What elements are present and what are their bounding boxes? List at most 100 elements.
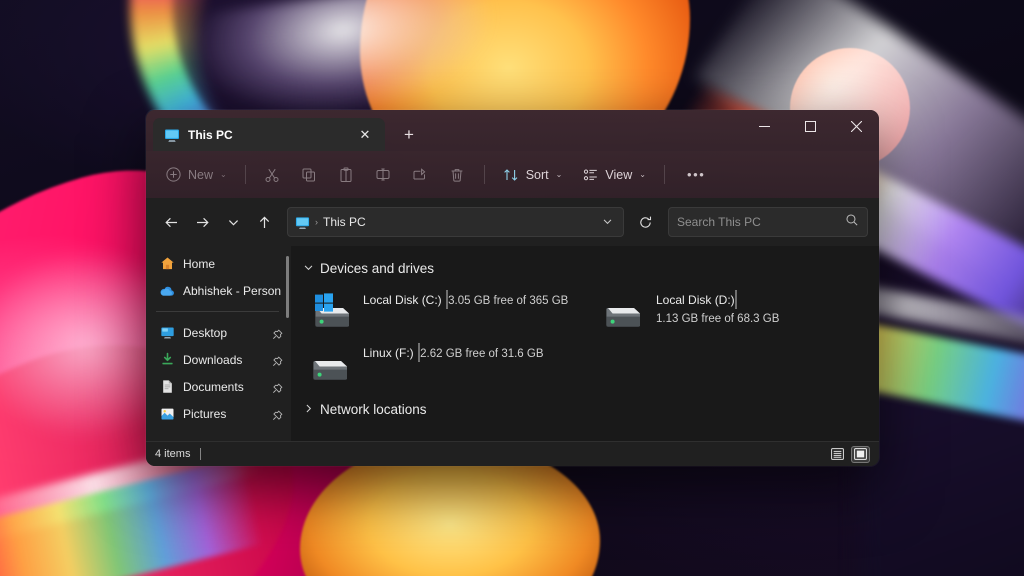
address-bar-row: › This PC Search This PC [146,198,879,246]
new-button[interactable]: New ⌄ [156,159,236,191]
status-divider [200,448,201,460]
sidebar-label-home: Home [183,257,283,271]
maximize-button[interactable] [787,110,833,142]
home-icon [159,256,175,272]
tab-strip: This PC ✕ + [146,110,424,151]
delete-button[interactable] [440,159,475,191]
drive-item-f[interactable]: Linux (F:) 2.62 GB free of 31.6 GB [305,338,574,388]
up-button[interactable] [250,208,279,237]
sidebar-label-documents: Documents [183,380,264,394]
breadcrumb-text[interactable]: This PC [323,215,366,229]
chevron-down-icon-view: ⌄ [639,170,646,179]
downloads-icon [159,352,175,368]
address-dropdown-chevron-icon[interactable] [598,216,617,229]
view-button[interactable]: View ⌄ [573,159,655,191]
sidebar-item-desktop[interactable]: Desktop [152,319,287,346]
details-view-button[interactable] [828,446,847,463]
network-group-header[interactable]: Network locations [303,397,867,421]
close-tab-icon[interactable]: ✕ [354,124,376,146]
paste-icon [338,166,355,183]
trash-icon [449,166,466,183]
chevron-down-icon-devices[interactable] [303,262,313,275]
drives-grid: Local Disk (C:) 3.05 GB free of 365 GB [303,285,867,388]
drive-name-f: Linux (F:) [363,346,414,360]
devices-group-header[interactable]: Devices and drives [303,256,867,280]
desktop-icon [159,325,175,341]
drive-name-d: Local Disk (D:) [656,293,735,307]
title-bar[interactable]: This PC ✕ + [146,110,879,151]
sort-icon [503,166,520,183]
forward-button[interactable] [188,208,217,237]
status-bar: 4 items [146,441,879,466]
network-group-title: Network locations [320,402,427,417]
minimize-button[interactable] [741,110,787,142]
rename-icon [375,166,392,183]
pin-icon-desktop[interactable] [272,327,283,338]
navigation-pane: Home Abhishek - Person [146,246,291,441]
rename-button[interactable] [366,159,401,191]
large-icons-view-button[interactable] [851,446,870,463]
chevron-down-icon: ⌄ [220,170,227,179]
capacity-bar-d [735,290,737,309]
drive-info-c: Local Disk (C:) 3.05 GB free of 365 GB [363,290,570,309]
see-more-button[interactable]: ••• [674,159,718,191]
chevron-right-icon-network[interactable] [303,403,313,416]
scissors-icon [264,166,281,183]
sidebar-label-pictures: Pictures [183,407,264,421]
navigation-pane-scrollbar[interactable] [286,256,289,318]
back-button[interactable] [157,208,186,237]
chevron-down-icon-sort: ⌄ [556,170,563,179]
copy-button[interactable] [292,159,327,191]
plus-circle-icon [165,166,182,183]
new-tab-button[interactable]: + [394,119,424,149]
pin-icon-downloads[interactable] [272,354,283,365]
onedrive-icon [159,283,175,299]
toolbar-divider [245,165,246,184]
window-controls [741,110,879,151]
sidebar-item-documents[interactable]: Documents [152,373,287,400]
drive-icon-d [602,292,646,330]
tab-this-pc[interactable]: This PC ✕ [153,118,385,151]
sidebar-label-downloads: Downloads [183,353,264,367]
sidebar-label-onedrive: Abhishek - Person [183,284,283,298]
sort-button[interactable]: Sort ⌄ [494,159,572,191]
share-button[interactable] [403,159,438,191]
address-bar[interactable]: › This PC [287,207,624,237]
breadcrumb-separator: › [315,217,318,227]
sidebar-item-home[interactable]: Home [152,250,287,277]
ellipsis-icon: ••• [683,167,709,182]
share-icon [412,166,429,183]
copy-icon [301,166,318,183]
drive-item-d[interactable]: Local Disk (D:) 1.13 GB free of 68.3 GB [598,285,867,335]
sidebar-item-onedrive[interactable]: Abhishek - Person [152,277,287,304]
drive-free-d: 1.13 GB free of 68.3 GB [656,313,779,325]
pin-icon-pictures[interactable] [272,408,283,419]
breadcrumb-this-pc-icon [295,215,310,230]
sort-button-label: Sort [526,168,549,182]
documents-icon [159,379,175,395]
pictures-icon [159,406,175,422]
toolbar-divider-3 [664,165,665,184]
refresh-button[interactable] [630,207,660,237]
recent-locations-button[interactable] [219,208,248,237]
sidebar-item-pictures[interactable]: Pictures [152,400,287,427]
system-drive-icon [309,292,353,330]
pin-icon-documents[interactable] [272,381,283,392]
drive-icon-f [309,345,353,383]
drive-free-c: 3.05 GB free of 365 GB [448,295,568,307]
search-box[interactable]: Search This PC [668,207,868,237]
cut-button[interactable] [255,159,290,191]
new-button-label: New [188,168,213,182]
tab-title: This PC [188,128,346,142]
sidebar-item-downloads[interactable]: Downloads [152,346,287,373]
view-icon [582,166,599,183]
sidebar-divider [156,311,279,312]
drive-item-c[interactable]: Local Disk (C:) 3.05 GB free of 365 GB [305,285,574,335]
toolbar-divider-2 [484,165,485,184]
drive-info-d: Local Disk (D:) 1.13 GB free of 68.3 GB [656,290,863,327]
view-button-label: View [605,168,632,182]
paste-button[interactable] [329,159,364,191]
search-input[interactable]: Search This PC [677,215,845,229]
view-toggle-group [828,446,870,463]
close-window-button[interactable] [833,110,879,142]
